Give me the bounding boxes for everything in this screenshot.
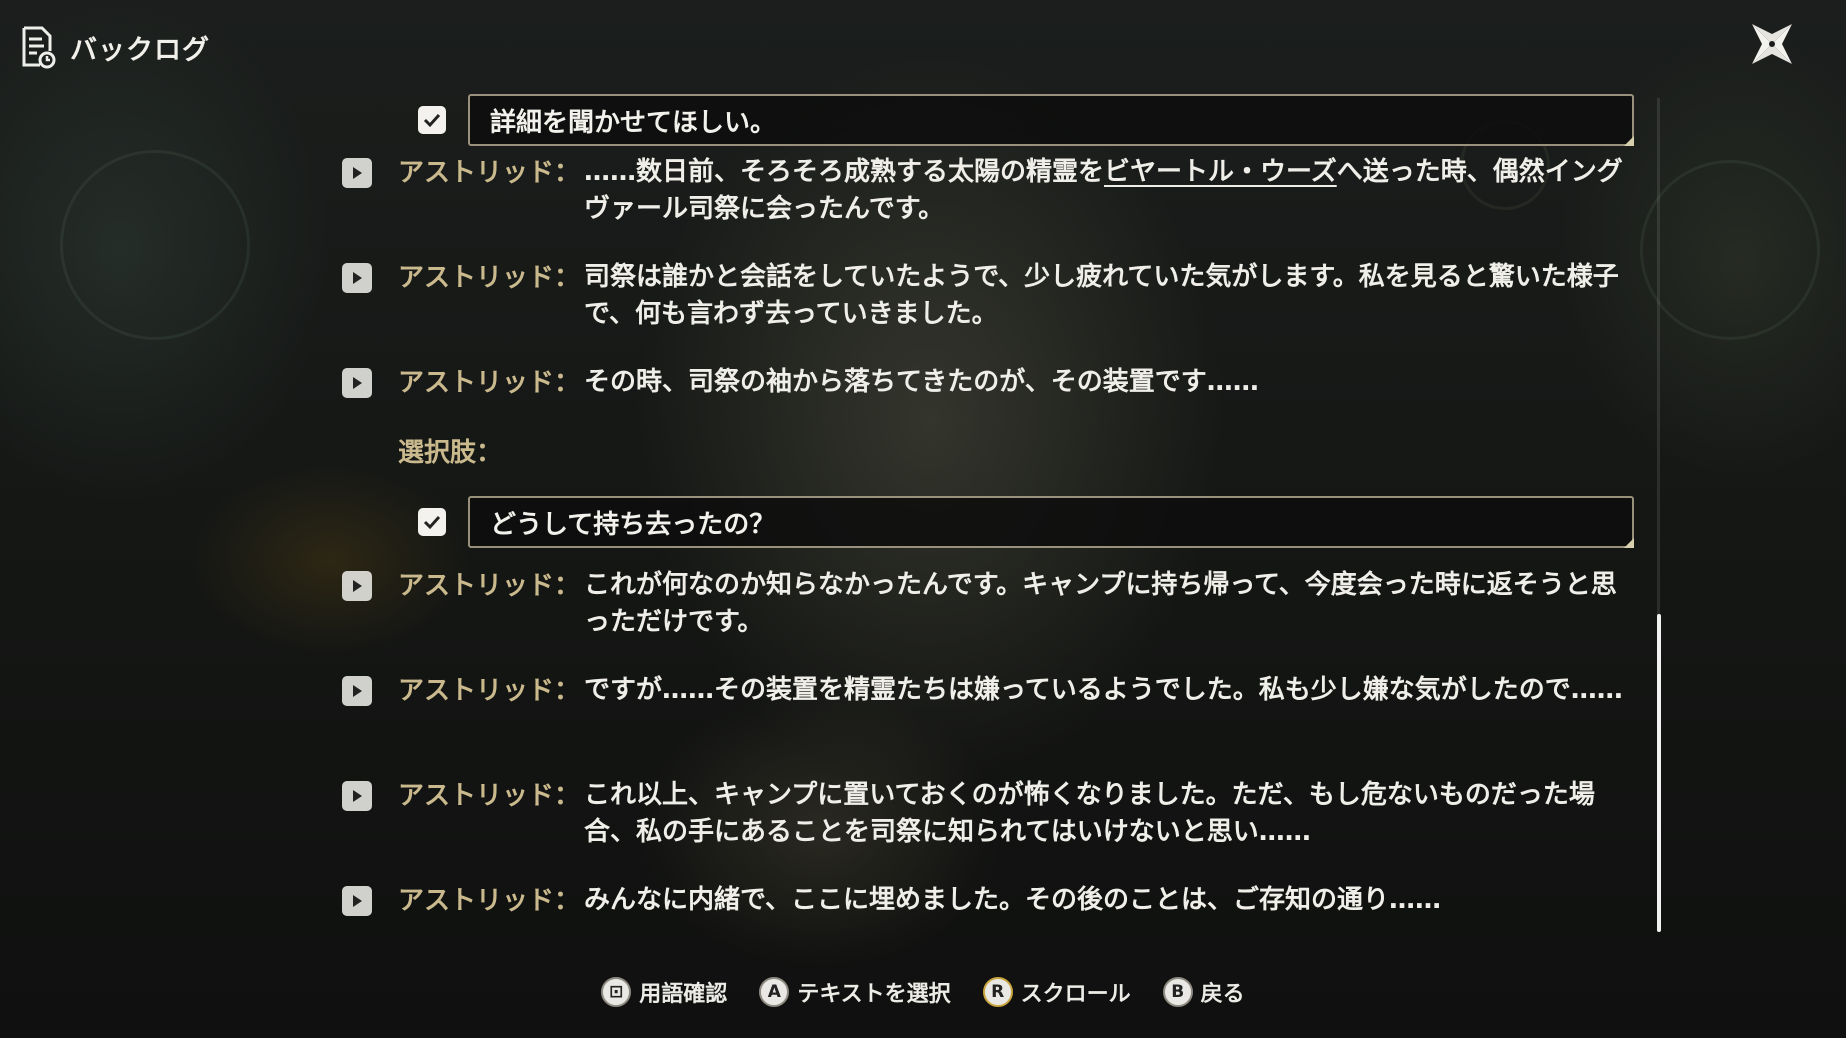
play-voice-icon[interactable] xyxy=(342,368,372,398)
b-button-icon: B xyxy=(1162,977,1193,1007)
backlog-list[interactable]: 詳細を聞かせてほしい。 アストリッド： ……数日前、そろそろ成熟する太陽の精霊を… xyxy=(0,90,1846,930)
speaker-name: アストリッド： xyxy=(398,781,581,811)
control-hints: ⊡ 用語確認 A テキストを選択 R スクロール B 戻る xyxy=(0,976,1846,1008)
play-voice-icon[interactable] xyxy=(342,158,372,188)
choice-text: どうして持ち去ったの？ xyxy=(468,496,1634,548)
dialogue-line: アストリッド： 司祭は誰かと会話をしていたようで、少し疲れていた気がします。私を… xyxy=(342,259,1662,333)
speaker-name: アストリッド： xyxy=(398,886,581,916)
play-voice-icon[interactable] xyxy=(342,263,372,293)
speaker-name: アストリッド： xyxy=(398,676,581,706)
hint-label: スクロール xyxy=(1020,982,1131,1007)
hint-back[interactable]: B 戻る xyxy=(1162,976,1245,1008)
speaker-name: アストリッド： xyxy=(398,571,581,601)
backlog-header: バックログ xyxy=(20,24,210,70)
hint-label: 戻る xyxy=(1200,982,1245,1007)
choice-label: 選択肢： xyxy=(398,438,503,468)
a-button-icon: A xyxy=(759,977,790,1007)
dialogue-text: これ以上、キャンプに置いておくのが怖くなりました。ただ、もし危ないものだった場合… xyxy=(584,780,1595,847)
dialogue-text: その時、司祭の袖から落ちてきたのが、その装置です…… xyxy=(584,367,1259,397)
dialogue-line: アストリッド： ですが……その装置を精霊たちは嫌っているようでした。私も少し嫌な… xyxy=(342,672,1662,710)
checkbox-checked-icon xyxy=(418,508,446,536)
hint-scroll[interactable]: R スクロール xyxy=(982,976,1131,1008)
dialogue-text: これが何なのか知らなかったんです。キャンプに持ち帰って、今度会った時に返そうと思… xyxy=(584,570,1617,637)
play-voice-icon[interactable] xyxy=(342,676,372,706)
speaker-name: アストリッド： xyxy=(398,263,581,293)
hint-label: 用語確認 xyxy=(639,982,728,1007)
dialogue-text: ですが……その装置を精霊たちは嫌っているようでした。私も少し嫌な気がしたので…… xyxy=(584,675,1623,705)
hint-glossary[interactable]: ⊡ 用語確認 xyxy=(601,976,727,1008)
hint-select-text[interactable]: A テキストを選択 xyxy=(759,976,951,1008)
choice-text: 詳細を聞かせてほしい。 xyxy=(468,94,1634,146)
choice-entry: どうして持ち去ったの？ xyxy=(418,496,1634,548)
close-star-icon[interactable] xyxy=(1746,18,1798,70)
speaker-name: アストリッド： xyxy=(398,158,581,188)
dialogue-text: 司祭は誰かと会話をしていたようで、少し疲れていた気がします。私を見ると驚いた様子… xyxy=(584,262,1619,329)
choice-entry: 詳細を聞かせてほしい。 xyxy=(418,94,1634,146)
dialogue-text: みんなに内緒で、ここに埋めました。その後のことは、ご存知の通り…… xyxy=(584,885,1441,915)
scrollbar-thumb[interactable] xyxy=(1657,614,1661,932)
document-icon xyxy=(22,26,56,69)
dialogue-line: アストリッド： ……数日前、そろそろ成熟する太陽の精霊をビヤートル・ウーズへ送っ… xyxy=(342,154,1662,228)
page-title: バックログ xyxy=(70,34,210,66)
glossary-keyword[interactable]: ビヤートル・ウーズ xyxy=(1104,157,1337,187)
play-voice-icon[interactable] xyxy=(342,781,372,811)
checkbox-checked-icon xyxy=(418,106,446,134)
r-stick-icon: R xyxy=(982,977,1013,1007)
dialogue-line: アストリッド： その時、司祭の袖から落ちてきたのが、その装置です…… xyxy=(342,364,1662,402)
dialogue-line: アストリッド： みんなに内緒で、ここに埋めました。その後のことは、ご存知の通り…… xyxy=(342,882,1662,920)
glossary-button-icon: ⊡ xyxy=(601,977,632,1007)
hint-label: テキストを選択 xyxy=(797,982,951,1007)
dialogue-text: ……数日前、そろそろ成熟する太陽の精霊をビヤートル・ウーズへ送った時、偶然イング… xyxy=(584,157,1623,224)
speaker-name: アストリッド： xyxy=(398,368,581,398)
play-voice-icon[interactable] xyxy=(342,886,372,916)
dialogue-line: アストリッド： これ以上、キャンプに置いておくのが怖くなりました。ただ、もし危な… xyxy=(342,777,1662,851)
dialogue-line: アストリッド： これが何なのか知らなかったんです。キャンプに持ち帰って、今度会っ… xyxy=(342,567,1662,641)
play-voice-icon[interactable] xyxy=(342,571,372,601)
